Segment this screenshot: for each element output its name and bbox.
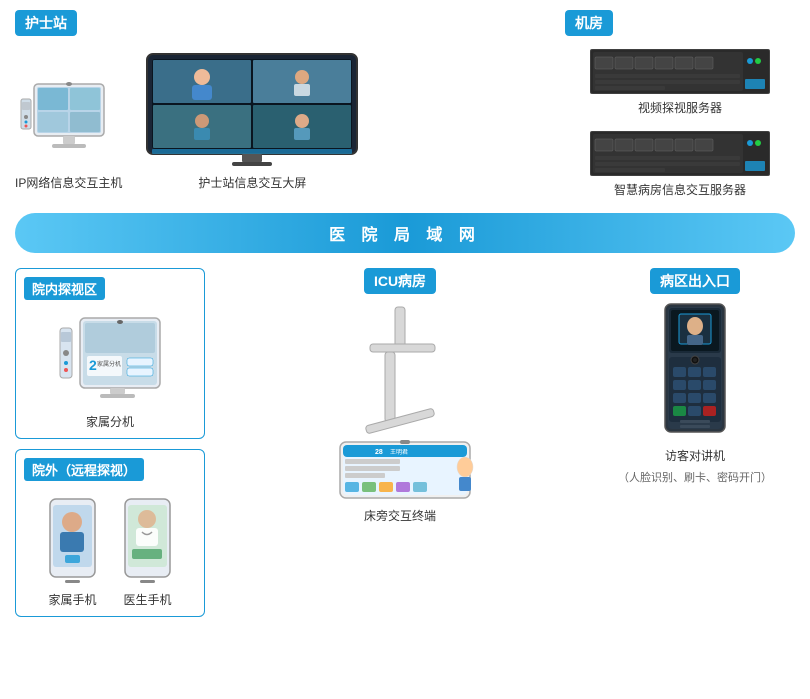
network-bar: 医 院 局 域 网	[15, 213, 795, 253]
visitor-intercom-device: 访客对讲机 （人脸识别、刷卡、密码开门）	[618, 302, 772, 485]
nurse-devices: IP网络信息交互主机	[15, 49, 495, 191]
ward-exit-label: 病区出入口	[650, 268, 740, 294]
outdoor-section: 院外（远程探视）	[15, 449, 205, 617]
bottom-row: 院内探视区	[15, 268, 795, 627]
doctor-phone-device: 医生手机	[120, 497, 175, 608]
family-extension-device: 2 家属分机 家属分机	[24, 308, 196, 430]
nurse-station-section: 护士站	[15, 10, 495, 191]
ward-exit-section: 病区出入口	[595, 268, 795, 485]
machine-devices: 视频探视服务器	[565, 49, 795, 198]
icu-label: ICU病房	[364, 268, 436, 294]
ip-host-image	[19, 79, 119, 169]
video-server-label: 视频探视服务器	[638, 99, 722, 116]
nurse-screen-image	[142, 49, 362, 169]
family-phone-label: 家属手机	[48, 591, 96, 608]
bed-terminal-device: 28 王明君 床	[310, 302, 490, 524]
ip-host-device: IP网络信息交互主机	[15, 79, 122, 191]
svg-text:家属分机: 家属分机	[97, 360, 121, 368]
icu-section: ICU病房 28	[250, 268, 550, 524]
nurse-screen-label: 护士站信息交互大屏	[198, 174, 306, 191]
nurse-station-label: 护士站	[15, 10, 77, 36]
family-extension-label: 家属分机	[86, 413, 134, 430]
machine-room-label: 机房	[565, 10, 613, 36]
svg-text:2: 2	[89, 357, 97, 373]
phone-row: 家属手机	[24, 497, 196, 608]
smart-server-label: 智慧病房信息交互服务器	[614, 181, 746, 198]
nurse-screen-device: 护士站信息交互大屏	[142, 49, 362, 191]
main-container: 护士站	[0, 0, 810, 637]
ip-host-label: IP网络信息交互主机	[15, 174, 122, 191]
svg-text:28: 28	[375, 449, 383, 456]
bed-terminal-label: 床旁交互终端	[364, 507, 436, 524]
video-server-device: 视频探视服务器	[565, 49, 795, 116]
family-phone-device: 家属手机	[45, 497, 100, 608]
indoor-label: 院内探视区	[24, 277, 105, 300]
smart-server-device: 智慧病房信息交互服务器	[565, 131, 795, 198]
outdoor-label: 院外（远程探视）	[24, 458, 144, 481]
top-row: 护士站	[15, 10, 795, 198]
left-column: 院内探视区	[15, 268, 205, 627]
visitor-intercom-sublabel: （人脸识别、刷卡、密码开门）	[618, 469, 772, 485]
machine-room-section: 机房	[565, 10, 795, 198]
indoor-section: 院内探视区	[15, 268, 205, 439]
visitor-intercom-label: 访客对讲机	[665, 447, 725, 464]
svg-text:王明君: 王明君	[390, 449, 408, 456]
doctor-phone-label: 医生手机	[123, 591, 171, 608]
